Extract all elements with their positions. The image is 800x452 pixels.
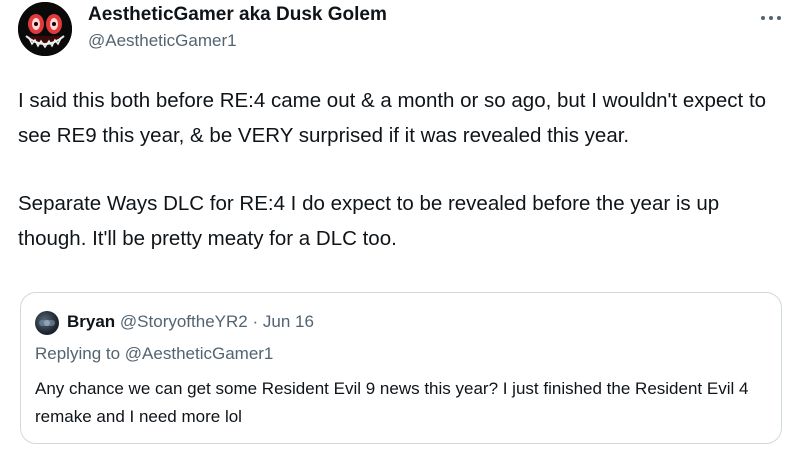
quoted-tweet-date[interactable]: Jun 16 bbox=[263, 312, 314, 331]
demon-face-icon bbox=[18, 2, 72, 56]
author-handle[interactable]: @AestheticGamer1 bbox=[88, 31, 237, 51]
replying-to-line: Replying to @AestheticGamer1 bbox=[35, 344, 273, 364]
quoted-author-avatar[interactable] bbox=[35, 311, 59, 335]
avatar-icon bbox=[39, 320, 55, 326]
separator-dot: · bbox=[252, 312, 259, 331]
quoted-author-name[interactable]: Bryan bbox=[67, 312, 115, 331]
author-display-name[interactable]: AestheticGamer aka Dusk Golem bbox=[88, 4, 387, 26]
tweet-card: AestheticGamer aka Dusk Golem @Aesthetic… bbox=[0, 0, 800, 452]
quoted-tweet-paragraph: Any chance we can get some Resident Evil… bbox=[35, 379, 749, 426]
quoted-author-handle[interactable]: @StoryoftheYR2 bbox=[120, 312, 248, 331]
replying-to-handle[interactable]: @AestheticGamer1 bbox=[125, 344, 274, 363]
tweet-paragraph: Separate Ways DLC for RE:4 I do expect t… bbox=[18, 192, 720, 250]
replying-to-label: Replying to bbox=[35, 344, 121, 363]
quoted-tweet[interactable]: Bryan @StoryoftheYR2 · Jun 16 Replying t… bbox=[20, 292, 782, 444]
tweet-text: I said this both before RE:4 came out & … bbox=[18, 84, 788, 256]
quoted-tweet-header: Bryan @StoryoftheYR2 · Jun 16 bbox=[67, 312, 314, 332]
author-avatar[interactable] bbox=[18, 2, 72, 56]
more-options-icon[interactable] bbox=[757, 8, 785, 28]
quoted-tweet-text: Any chance we can get some Resident Evil… bbox=[35, 375, 770, 431]
tweet-paragraph: I said this both before RE:4 came out & … bbox=[18, 89, 767, 147]
